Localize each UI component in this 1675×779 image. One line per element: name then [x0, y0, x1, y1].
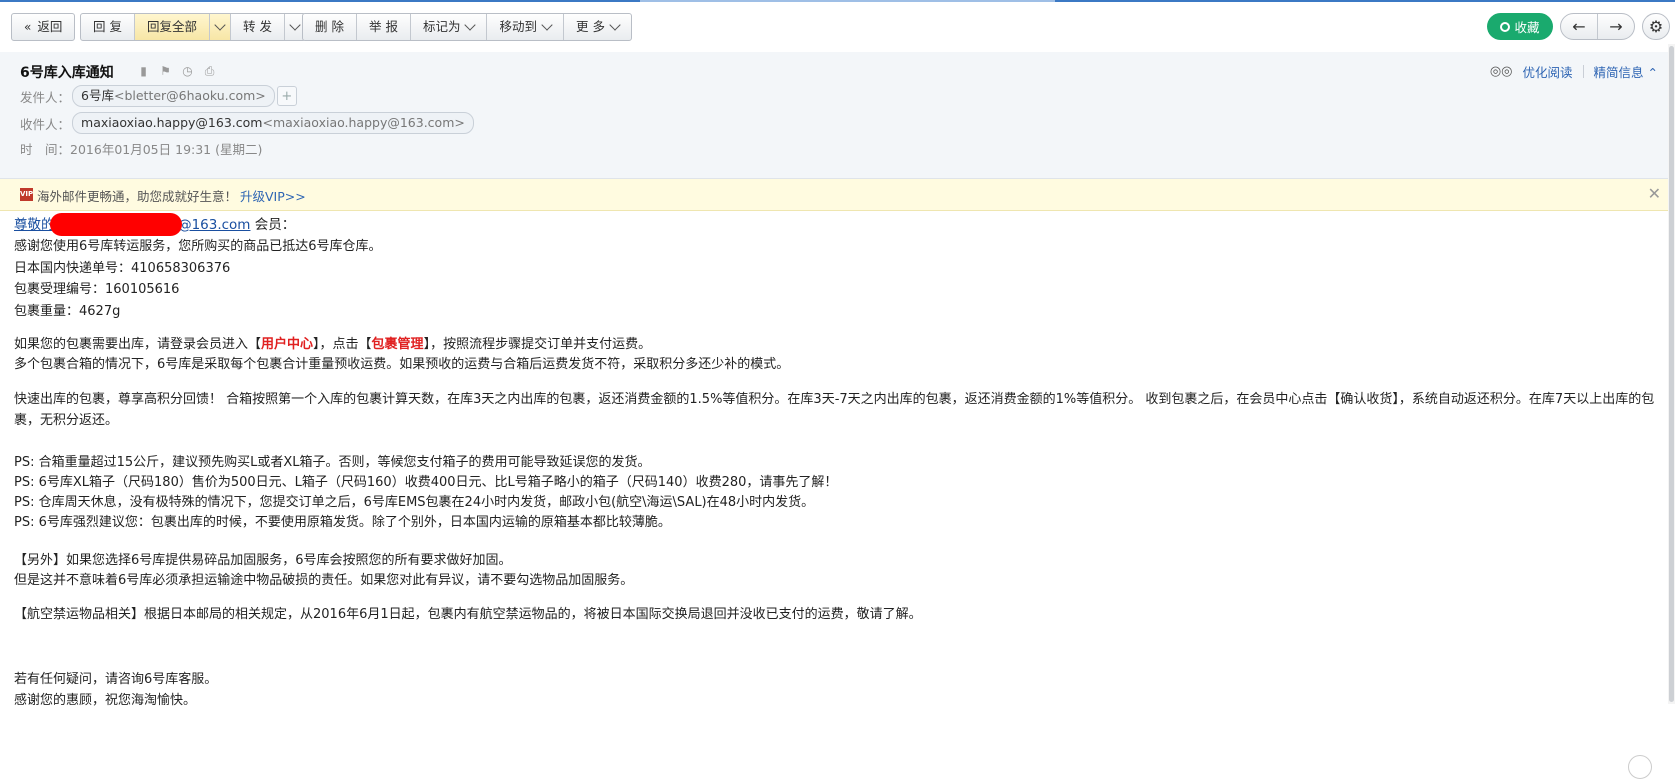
flag-icon[interactable]: ⚑: [159, 64, 172, 79]
reply-button[interactable]: 回 复: [81, 14, 135, 40]
delete-button[interactable]: 删 除: [303, 14, 357, 40]
mail-subject: 6号库入库通知: [20, 65, 114, 81]
vip-badge-icon: VIP: [20, 188, 33, 201]
chevron-down-icon: [464, 19, 477, 31]
move-to-button[interactable]: 移动到: [487, 14, 564, 40]
scrollbar[interactable]: [1668, 44, 1675, 704]
sender-label: 发件人：: [20, 89, 71, 105]
divider: [1582, 65, 1584, 78]
body-line: 感谢您的惠顾，祝您海淘愉快。: [14, 693, 197, 708]
vip-promo-text: 海外邮件更畅通，助您成就好生意！: [37, 189, 238, 204]
scroll-top-button[interactable]: [1628, 755, 1652, 779]
chevron-down-icon: [609, 19, 621, 31]
tracking-number: 日本国内快递单号：410658306376: [14, 261, 231, 276]
close-icon[interactable]: ✕: [1648, 184, 1661, 203]
time-row: 时 间： 2016年01月05日 19:31 (星期二): [20, 139, 262, 158]
greeting: 尊敬的maxiaoxiao.happy@163.com 会员：: [14, 213, 295, 236]
chevron-down-icon: [541, 19, 553, 31]
more-button[interactable]: 更 多: [564, 14, 631, 40]
recipient-label: 收件人：: [20, 116, 71, 132]
time-value: 2016年01月05日 19:31 (星期二): [70, 142, 263, 157]
subject-icons: ▮ ⚑ ◷ ⎙: [137, 64, 216, 79]
back-group: « 返回: [11, 13, 76, 41]
glasses-icon: ◎◎: [1489, 64, 1513, 79]
top-progress-line: [0, 0, 1675, 4]
favorite-icon: [1500, 21, 1511, 32]
sender-row: 发件人： 6号库<bletter@6haoku.com> +: [20, 85, 297, 107]
reply-group: 回 复 回复全部 转 发: [80, 13, 306, 41]
body-line: 【航空禁运物品相关】根据日本邮局的相关规定，从2016年6月1日起，包裹内有航空…: [14, 607, 922, 622]
chevron-down-icon: [214, 19, 226, 31]
reply-all-dropdown[interactable]: [210, 14, 231, 40]
add-contact-icon[interactable]: +: [276, 86, 297, 106]
body-line: PS: 合箱重量超过15公斤，建议预先购买L或者XL箱子。否则，等候您支付箱子的…: [14, 455, 651, 470]
print-icon[interactable]: ⎙: [203, 64, 216, 79]
mark-as-button[interactable]: 标记为: [411, 14, 488, 40]
body-line: 若有任何疑问，请咨询6号库客服。: [14, 672, 218, 687]
body-line: 多个包裹合箱的情况下，6号库是采取每个包裹合计重量预收运费。如果预收的运费与合箱…: [14, 357, 790, 372]
mail-toolbar: « 返回 回 复 回复全部 转 发 删 除 举 报 标记为 移动到 更 多 收藏…: [0, 10, 1675, 44]
greeting-link[interactable]: 尊敬的maxiaoxiao.happy@163.com: [14, 213, 250, 236]
scrollbar-thumb[interactable]: [1669, 46, 1674, 702]
body-line: 【另外】如果您选择6号库提供易碎品加固服务，6号库会按照您的所有要求做好加固。: [14, 553, 512, 568]
body-line: 感谢您使用6号库转运服务，您所购买的商品已抵达6号库仓库。: [14, 239, 382, 254]
forward-button[interactable]: 转 发: [231, 14, 285, 40]
body-line: PS: 6号库强烈建议您：包裹出库的时候，不要使用原箱发货。除了个别外，日本国内…: [14, 515, 671, 530]
body-line: PS: 6号库XL箱子（尺码180）售价为500日元、L箱子（尺码160）收费4…: [14, 475, 838, 490]
double-chevron-left-icon: «: [24, 20, 32, 34]
prev-next-nav: ← →: [1560, 13, 1635, 40]
clock-icon[interactable]: ◷: [181, 64, 194, 79]
body-line: 如果您的包裹需要出库，请登录会员进入【用户中心】，点击【包裹管理】，按照流程步骤…: [14, 337, 652, 352]
package-weight: 包裹重量：4627g: [14, 304, 121, 319]
vip-promo-bar: VIP 海外邮件更畅通，助您成就好生意！ 升级VIP>> ✕: [0, 179, 1668, 211]
redaction-mark: [50, 213, 182, 236]
reply-all-button[interactable]: 回复全部: [134, 14, 210, 40]
report-button[interactable]: 举 报: [357, 14, 411, 40]
header-right-links: ◎◎ 优化阅读 精简信息 ⌃: [1490, 62, 1658, 81]
optimize-read-link[interactable]: 优化阅读: [1523, 62, 1573, 81]
favorite-button[interactable]: 收藏: [1487, 13, 1553, 40]
sender-chip[interactable]: 6号库<bletter@6haoku.com>: [72, 85, 275, 107]
user-center-text: 用户中心: [261, 337, 314, 352]
body-line: 但是这并不意味着6号库必须承担运输途中物品破损的责任。如果您对此有异议，请不要勾…: [14, 573, 634, 588]
prev-mail-arrow-icon[interactable]: ←: [1561, 14, 1598, 39]
chevron-up-icon: ⌃: [1647, 65, 1658, 80]
chevron-down-icon: [289, 19, 301, 31]
recipient-chip[interactable]: maxiaoxiao.happy@163.com<maxiaoxiao.happ…: [72, 112, 474, 134]
simple-info-link[interactable]: 精简信息 ⌃: [1594, 62, 1658, 81]
body-paragraph: 快速出库的包裹，尊享高积分回馈！ 合箱按照第一个入库的包裹计算天数，在库3天之内…: [14, 392, 1655, 428]
bookmark-icon[interactable]: ▮: [137, 64, 150, 79]
package-id: 包裹受理编号：160105616: [14, 282, 180, 297]
recipient-row: 收件人： maxiaoxiao.happy@163.com<maxiaoxiao…: [20, 112, 474, 134]
package-management-text: 包裹管理: [371, 337, 424, 352]
upgrade-vip-link[interactable]: 升级VIP>>: [240, 186, 306, 205]
mail-header: 6号库入库通知 ▮ ⚑ ◷ ⎙ ◎◎ 优化阅读 精简信息 ⌃ 发件人： 6号库<…: [0, 52, 1668, 179]
next-mail-arrow-icon[interactable]: →: [1598, 14, 1634, 39]
time-label: 时 间：: [20, 142, 71, 157]
gear-icon[interactable]: ⚙: [1642, 13, 1670, 40]
body-line: PS: 仓库周天休息，没有极特殊的情况下，您提交订单之后，6号库EMS包裹在24…: [14, 495, 815, 510]
action-group: 删 除 举 报 标记为 移动到 更 多: [302, 13, 632, 41]
back-button[interactable]: « 返回: [12, 14, 74, 40]
